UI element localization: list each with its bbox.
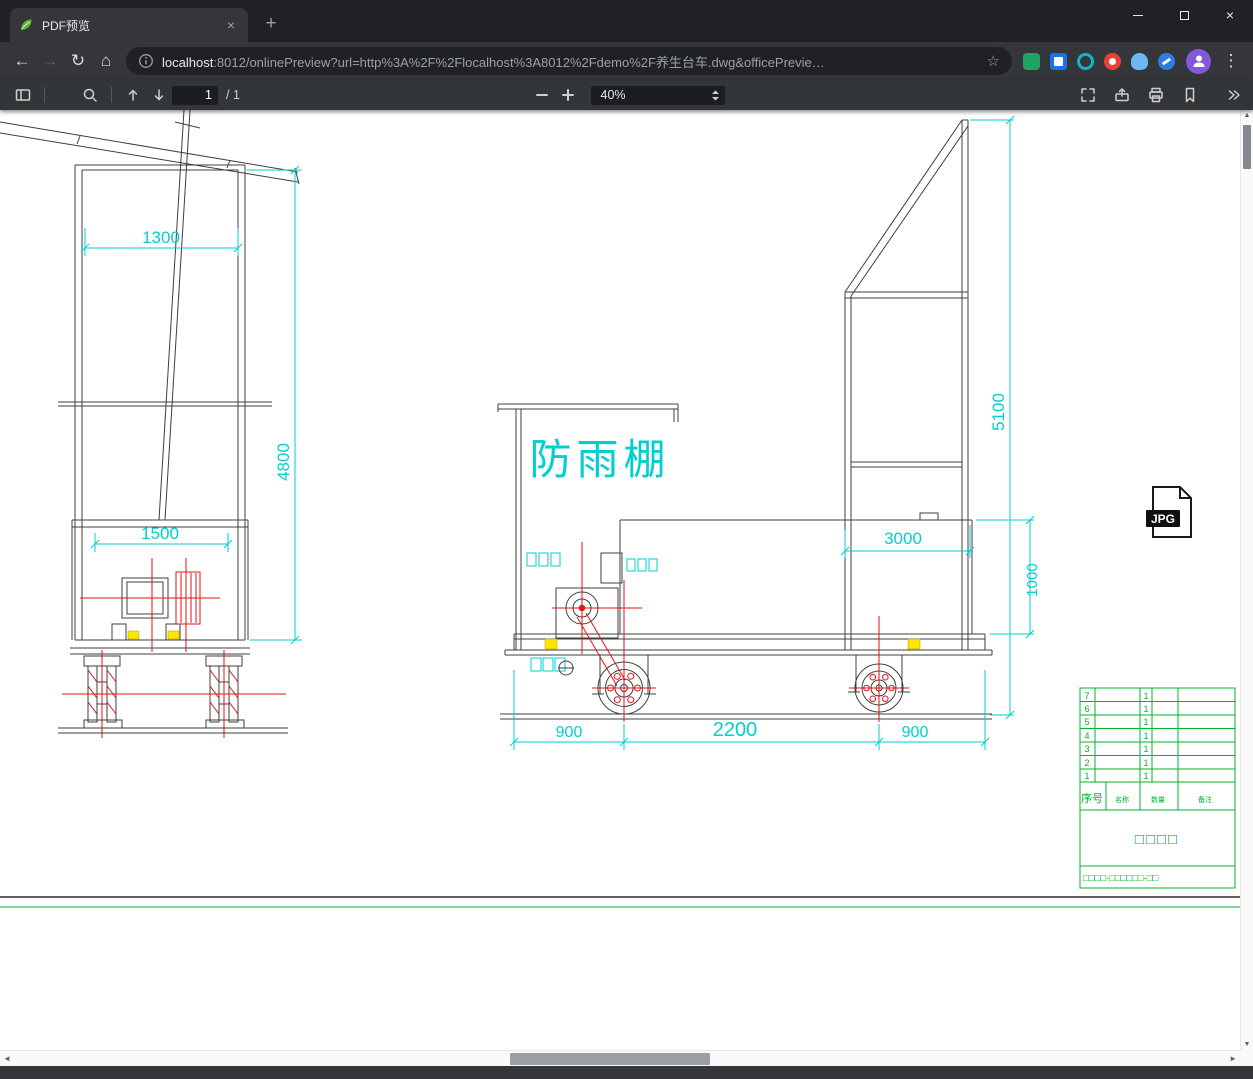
title-block: 7 6 5 4 3 2 1 1 1 1 1 1 1 1 序号 名称 数量 备注 … [1079,687,1236,889]
zoom-select[interactable]: 40% [590,85,725,105]
row-qty: 1 [1143,717,1148,727]
note-header: 备注 [1198,795,1212,804]
shelter-label: 防雨棚 [529,436,670,483]
translate-extension-icon[interactable] [1050,52,1067,70]
page-number-input[interactable] [172,85,218,105]
reload-icon[interactable]: ↻ [64,47,92,75]
vertical-scroll-thumb[interactable] [1243,125,1251,169]
url-host: localhost [162,54,214,70]
open-file-icon[interactable] [1109,82,1135,108]
select-stepper-icon [711,90,719,100]
page-count-label: / 1 [226,88,240,102]
qty-header: 数量 [1151,795,1165,804]
vertical-scrollbar[interactable]: ▲ ▼ [1240,110,1253,1050]
profile-avatar[interactable] [1186,48,1211,74]
toolbar-separator [111,87,112,103]
url-path: :8012/onlinePreview?url=http%3A%2F%2Floc… [213,54,825,70]
tab-pdf-preview[interactable]: PDF预览 × [10,8,248,42]
menu-icon[interactable]: ⋮ [1217,47,1245,75]
front-view: 1300 4800 1500 [0,110,302,738]
toolbar-separator [44,87,45,103]
minimize-button[interactable] [1115,0,1161,30]
bookmark-icon[interactable] [1177,82,1203,108]
dim-right-overhang: 900 [902,724,929,741]
scrollbar-corner [1240,1050,1253,1066]
bookmark-star-icon[interactable]: ☆ [987,52,1000,70]
zoom-value: 40% [600,88,626,102]
scroll-up-icon[interactable]: ▲ [1241,112,1253,119]
page-up-icon[interactable] [120,82,146,108]
back-icon[interactable]: ← [8,47,36,75]
fit-screen-icon[interactable] [1075,82,1101,108]
close-button[interactable]: × [1207,0,1253,30]
home-icon[interactable]: ⌂ [92,47,120,75]
sidebar-toggle-icon[interactable] [10,82,36,108]
dim-side-height: 5100 [989,393,1008,431]
row-seq: 6 [1084,704,1089,714]
drawing-title-placeholder: □□□□ [1135,831,1179,848]
dim-cabin-width: 1500 [141,524,179,543]
green-extension-icon[interactable] [1023,52,1040,70]
more-tools-icon[interactable] [1221,82,1247,108]
row-qty: 1 [1143,704,1148,714]
row-seq: 3 [1084,744,1089,754]
row-seq: 1 [1084,771,1089,781]
drawing-number-placeholder: □□□□-□□□□□□-□□ [1083,873,1158,884]
row-qty: 1 [1143,758,1148,768]
ring-extension-icon[interactable] [1077,52,1094,70]
jpg-file-icon: JPG [1146,486,1192,538]
window-controls: × [1115,0,1253,30]
page-down-icon[interactable] [146,82,172,108]
scroll-left-icon[interactable]: ◄ [3,1054,11,1063]
maximize-button[interactable] [1161,0,1207,30]
horizontal-scroll-thumb[interactable] [510,1053,710,1065]
row-qty: 1 [1143,731,1148,741]
cloud-extension-icon[interactable] [1131,52,1148,70]
side-view: 防雨棚 5100 3000 1000 900 2200 900 [497,115,1041,750]
browser-toolbar: ← → ↻ ⌂ localhost:8012/onlinePreview?url… [0,42,1253,80]
zoom-in-icon[interactable] [555,82,581,108]
pdf-toolbar: / 1 40% [0,80,1253,110]
tab-title: PDF预览 [42,18,91,33]
seq-header: 序号 [1081,791,1103,805]
dim-tank-length: 3000 [884,529,922,548]
row-qty: 1 [1143,691,1148,701]
dim-tank-height: 1000 [1024,563,1041,596]
person-icon [1193,55,1204,67]
url-bar[interactable]: localhost:8012/onlinePreview?url=http%3A… [126,47,1012,75]
horizontal-scrollbar[interactable]: ◄ ► [0,1050,1240,1066]
row-seq: 4 [1084,731,1089,741]
tab-close-icon[interactable]: × [222,16,240,34]
scroll-right-icon[interactable]: ► [1229,1054,1237,1063]
site-info-icon[interactable] [138,53,154,69]
url-text: localhost:8012/onlinePreview?url=http%3A… [162,52,979,71]
dim-front-top-width: 1300 [142,228,180,247]
dim-wheelbase: 2200 [713,719,758,741]
jpg-label: JPG [1151,512,1175,526]
scroll-down-icon[interactable]: ▼ [1241,1041,1253,1048]
new-tab-button[interactable]: + [258,11,284,37]
forward-icon[interactable]: → [36,47,64,75]
tab-bar: PDF预览 × + × [0,0,1253,42]
window-bottom-edge [0,1066,1253,1079]
row-qty: 1 [1143,744,1148,754]
print-icon[interactable] [1143,82,1169,108]
red-extension-icon[interactable] [1104,52,1121,70]
pdf-content: 1300 4800 1500 防雨棚 5100 3000 1000 900 22… [0,110,1253,1066]
dim-left-overhang: 900 [556,724,583,741]
cad-drawing: 1300 4800 1500 防雨棚 5100 3000 1000 900 22… [0,110,1240,908]
row-seq: 5 [1084,717,1089,727]
shield-extension-icon[interactable] [1158,52,1175,70]
row-seq: 7 [1084,691,1089,701]
name-header: 名称 [1115,795,1129,804]
row-seq: 2 [1084,758,1089,768]
search-icon[interactable] [77,82,103,108]
leaf-favicon [21,19,32,30]
browser-window: PDF预览 × + × ← → ↻ ⌂ localhost:8012/onlin… [0,0,1253,1079]
dim-front-height: 4800 [274,443,293,481]
zoom-controls: 40% [529,80,725,110]
row-qty: 1 [1143,771,1148,781]
zoom-out-icon[interactable] [529,82,555,108]
pdf-toolbar-right [1075,80,1247,110]
